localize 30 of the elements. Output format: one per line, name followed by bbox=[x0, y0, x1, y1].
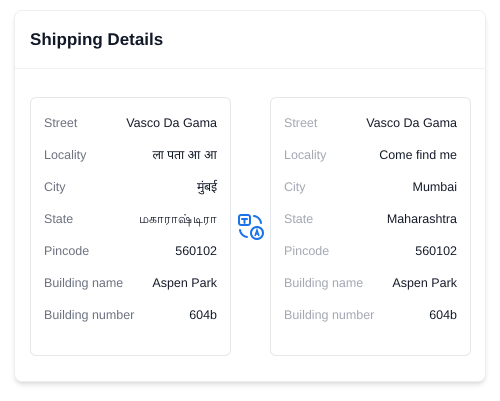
field-label: Locality bbox=[284, 146, 326, 164]
field-value: Vasco Da Gama bbox=[126, 114, 217, 132]
field-label: Building number bbox=[284, 306, 374, 324]
field-label: Building name bbox=[44, 274, 124, 292]
field-value: Aspen Park bbox=[392, 274, 457, 292]
field-value: Come find me bbox=[379, 146, 457, 164]
field-label: Street bbox=[44, 114, 78, 132]
field-value: Aspen Park bbox=[152, 274, 217, 292]
field-label: City bbox=[284, 178, 306, 196]
field-label: City bbox=[44, 178, 66, 196]
field-label: State bbox=[284, 210, 314, 228]
field-value: ला पता आ आ bbox=[152, 146, 217, 164]
field-value: Maharashtra bbox=[386, 210, 457, 228]
field-label: Building name bbox=[284, 274, 364, 292]
field-value: 604b bbox=[429, 306, 457, 324]
field-label: Building number bbox=[44, 306, 134, 324]
translate-icon[interactable] bbox=[236, 212, 264, 240]
field-value: Mumbai bbox=[412, 178, 457, 196]
field-label: Pincode bbox=[284, 242, 330, 260]
field-value: मुंबई bbox=[197, 178, 217, 196]
field-label: Pincode bbox=[44, 242, 90, 260]
field-value: 604b bbox=[189, 306, 217, 324]
field-label: State bbox=[44, 210, 74, 228]
field-value: 560102 bbox=[175, 242, 217, 260]
field-label: Locality bbox=[44, 146, 86, 164]
field-label: Street bbox=[284, 114, 318, 132]
field-value: மகாராஷ்டிரா bbox=[139, 210, 217, 228]
field-value: 560102 bbox=[415, 242, 457, 260]
field-value: Vasco Da Gama bbox=[366, 114, 457, 132]
panel-title: Shipping Details bbox=[30, 28, 164, 51]
